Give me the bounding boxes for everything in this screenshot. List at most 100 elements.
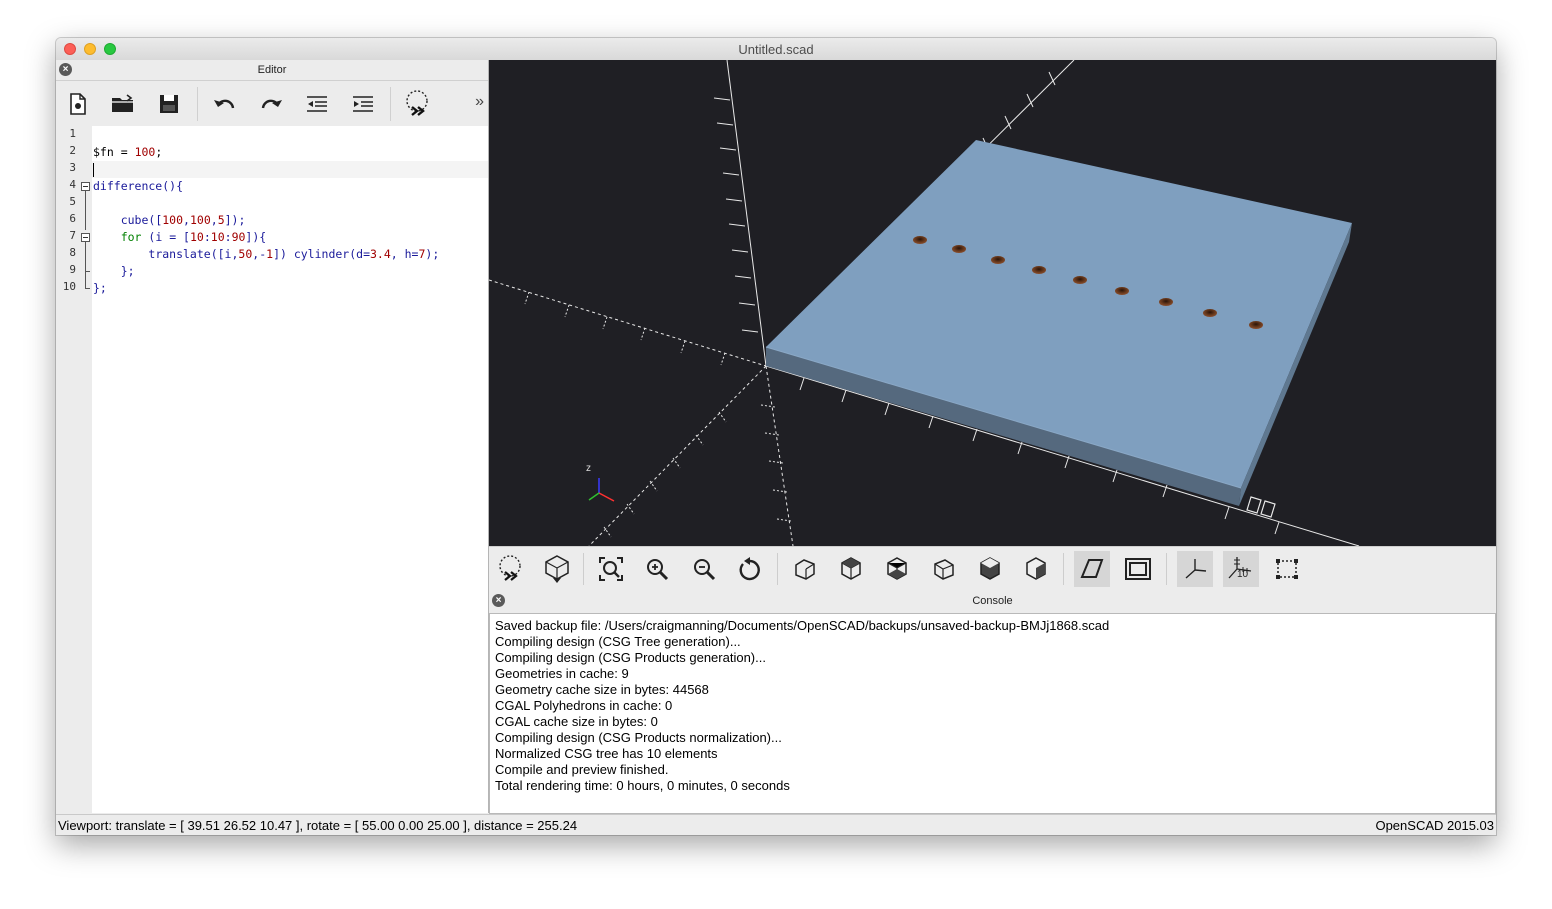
line-number: 5 (69, 195, 76, 208)
console-line: Normalized CSG tree has 10 elements (495, 746, 718, 761)
cube-model (765, 140, 1352, 506)
axis-scale-label (1246, 496, 1276, 518)
current-line-highlight (92, 161, 488, 178)
console-line: Saved backup file: /Users/craigmanning/D… (495, 618, 1110, 633)
title-bar: Untitled.scad (56, 38, 1496, 61)
render-icon (545, 555, 569, 583)
fold-toggle[interactable] (81, 233, 90, 242)
view-back-button[interactable] (1018, 551, 1054, 587)
undo-icon (214, 99, 235, 109)
preview-icon (406, 90, 428, 116)
editor-toolbar: » (56, 80, 488, 127)
console-line: CGAL cache size in bytes: 0 (495, 714, 658, 729)
perspective-button[interactable] (1074, 551, 1110, 587)
code-line-6: cube([100,100,5]); (120, 213, 246, 227)
indent-icon (353, 96, 373, 112)
console-panel: × Console Saved backup file: /Users/crai… (489, 591, 1496, 814)
view-all-button[interactable] (593, 551, 629, 587)
toolbar-more-button[interactable]: » (475, 93, 484, 111)
preview-view-button[interactable] (493, 551, 529, 587)
line-number: 2 (69, 144, 76, 157)
code-line-7: for (i = [10:10:90]){ (120, 230, 267, 244)
z-axis-label: z (586, 463, 591, 474)
editor-title: Editor (257, 64, 287, 76)
editor-dock-title: × Editor (56, 60, 488, 80)
code-editor[interactable]: 1 2 3 4 5 6 7 8 9 10 $fn = 100; differen… (56, 126, 488, 813)
view-right-icon (795, 559, 815, 580)
view-top-icon (841, 557, 861, 580)
redo-icon (261, 99, 282, 109)
open-folder-icon (112, 94, 134, 112)
save-icon (160, 95, 178, 113)
view-bottom-button[interactable] (879, 551, 915, 587)
indent-button[interactable] (346, 87, 380, 121)
line-number: 1 (69, 127, 76, 140)
save-file-button[interactable] (152, 87, 186, 121)
mini-axes-indicator (588, 478, 615, 502)
preview-button[interactable] (401, 87, 435, 121)
view-top-button[interactable] (833, 551, 869, 587)
render-button[interactable] (539, 551, 575, 587)
zoom-in-button[interactable] (639, 551, 675, 587)
console-line: Compile and preview finished. (495, 762, 669, 777)
console-line: CGAL Polyhedrons in cache: 0 (495, 698, 673, 713)
app-window: Untitled.scad × Editor » 1 2 3 4 5 6 7 8… (56, 38, 1496, 835)
text-caret (93, 163, 94, 177)
console-output[interactable]: Saved backup file: /Users/craigmanning/D… (489, 613, 1496, 814)
view-right-button[interactable] (787, 551, 823, 587)
view-left-icon (934, 559, 954, 580)
viewport-status: Viewport: translate = [ 39.51 26.52 10.4… (58, 818, 578, 833)
new-file-icon (70, 93, 86, 115)
show-edges-icon (1276, 559, 1298, 579)
undo-button[interactable] (208, 87, 242, 121)
reset-view-button[interactable] (732, 551, 768, 587)
orthogonal-icon (1125, 558, 1151, 580)
console-close-icon[interactable]: × (492, 594, 505, 607)
zoom-out-icon (694, 559, 716, 581)
show-axes-icon (1185, 559, 1207, 579)
show-scale-button[interactable]: 10 (1223, 551, 1259, 587)
new-file-button[interactable] (61, 87, 95, 121)
preview-icon (499, 555, 521, 581)
show-edges-button[interactable] (1269, 551, 1305, 587)
code-line-2: $fn = 100; (93, 145, 163, 159)
line-number: 9 (69, 263, 76, 276)
view-left-button[interactable] (926, 551, 962, 587)
fold-end (85, 288, 90, 289)
unindent-icon (307, 96, 327, 112)
view-front-icon (980, 557, 1000, 580)
fold-guide (85, 242, 86, 288)
fold-end (85, 271, 90, 272)
console-line: Compiling design (CSG Products normaliza… (495, 730, 782, 745)
console-line: Geometry cache size in bytes: 44568 (495, 682, 709, 697)
console-line: Total rendering time: 0 hours, 0 minutes… (495, 778, 790, 793)
editor-close-icon[interactable]: × (59, 63, 72, 76)
zoom-out-button[interactable] (686, 551, 722, 587)
show-axes-button[interactable] (1177, 551, 1213, 587)
fold-guide (85, 191, 86, 230)
unindent-button[interactable] (300, 87, 334, 121)
code-line-9: }; (120, 264, 135, 278)
console-line: Compiling design (CSG Tree generation)..… (495, 634, 741, 649)
view-bottom-icon (887, 557, 907, 580)
view-all-icon (599, 557, 623, 581)
console-dock-title: × Console (489, 591, 1496, 611)
window-title: Untitled.scad (738, 42, 814, 57)
line-number: 3 (69, 161, 76, 174)
3d-viewport[interactable]: z (489, 60, 1496, 546)
orthogonal-button[interactable] (1120, 551, 1156, 587)
view-back-icon (1026, 557, 1046, 580)
redo-button[interactable] (254, 87, 288, 121)
version-label: OpenSCAD 2015.03 (1375, 818, 1494, 833)
line-number: 10 (62, 280, 76, 293)
fold-toggle[interactable] (81, 182, 90, 191)
line-number: 6 (69, 212, 76, 225)
line-number: 8 (69, 246, 76, 259)
scale-label: 10 (1237, 569, 1249, 580)
status-bar: Viewport: translate = [ 39.51 26.52 10.4… (56, 814, 1496, 835)
open-file-button[interactable] (106, 87, 140, 121)
line-number: 4 (69, 178, 76, 191)
view-front-button[interactable] (972, 551, 1008, 587)
code-line-8: translate([i,50,-1]) cylinder(d=3.4, h=7… (148, 247, 440, 261)
reset-view-icon (739, 557, 760, 581)
